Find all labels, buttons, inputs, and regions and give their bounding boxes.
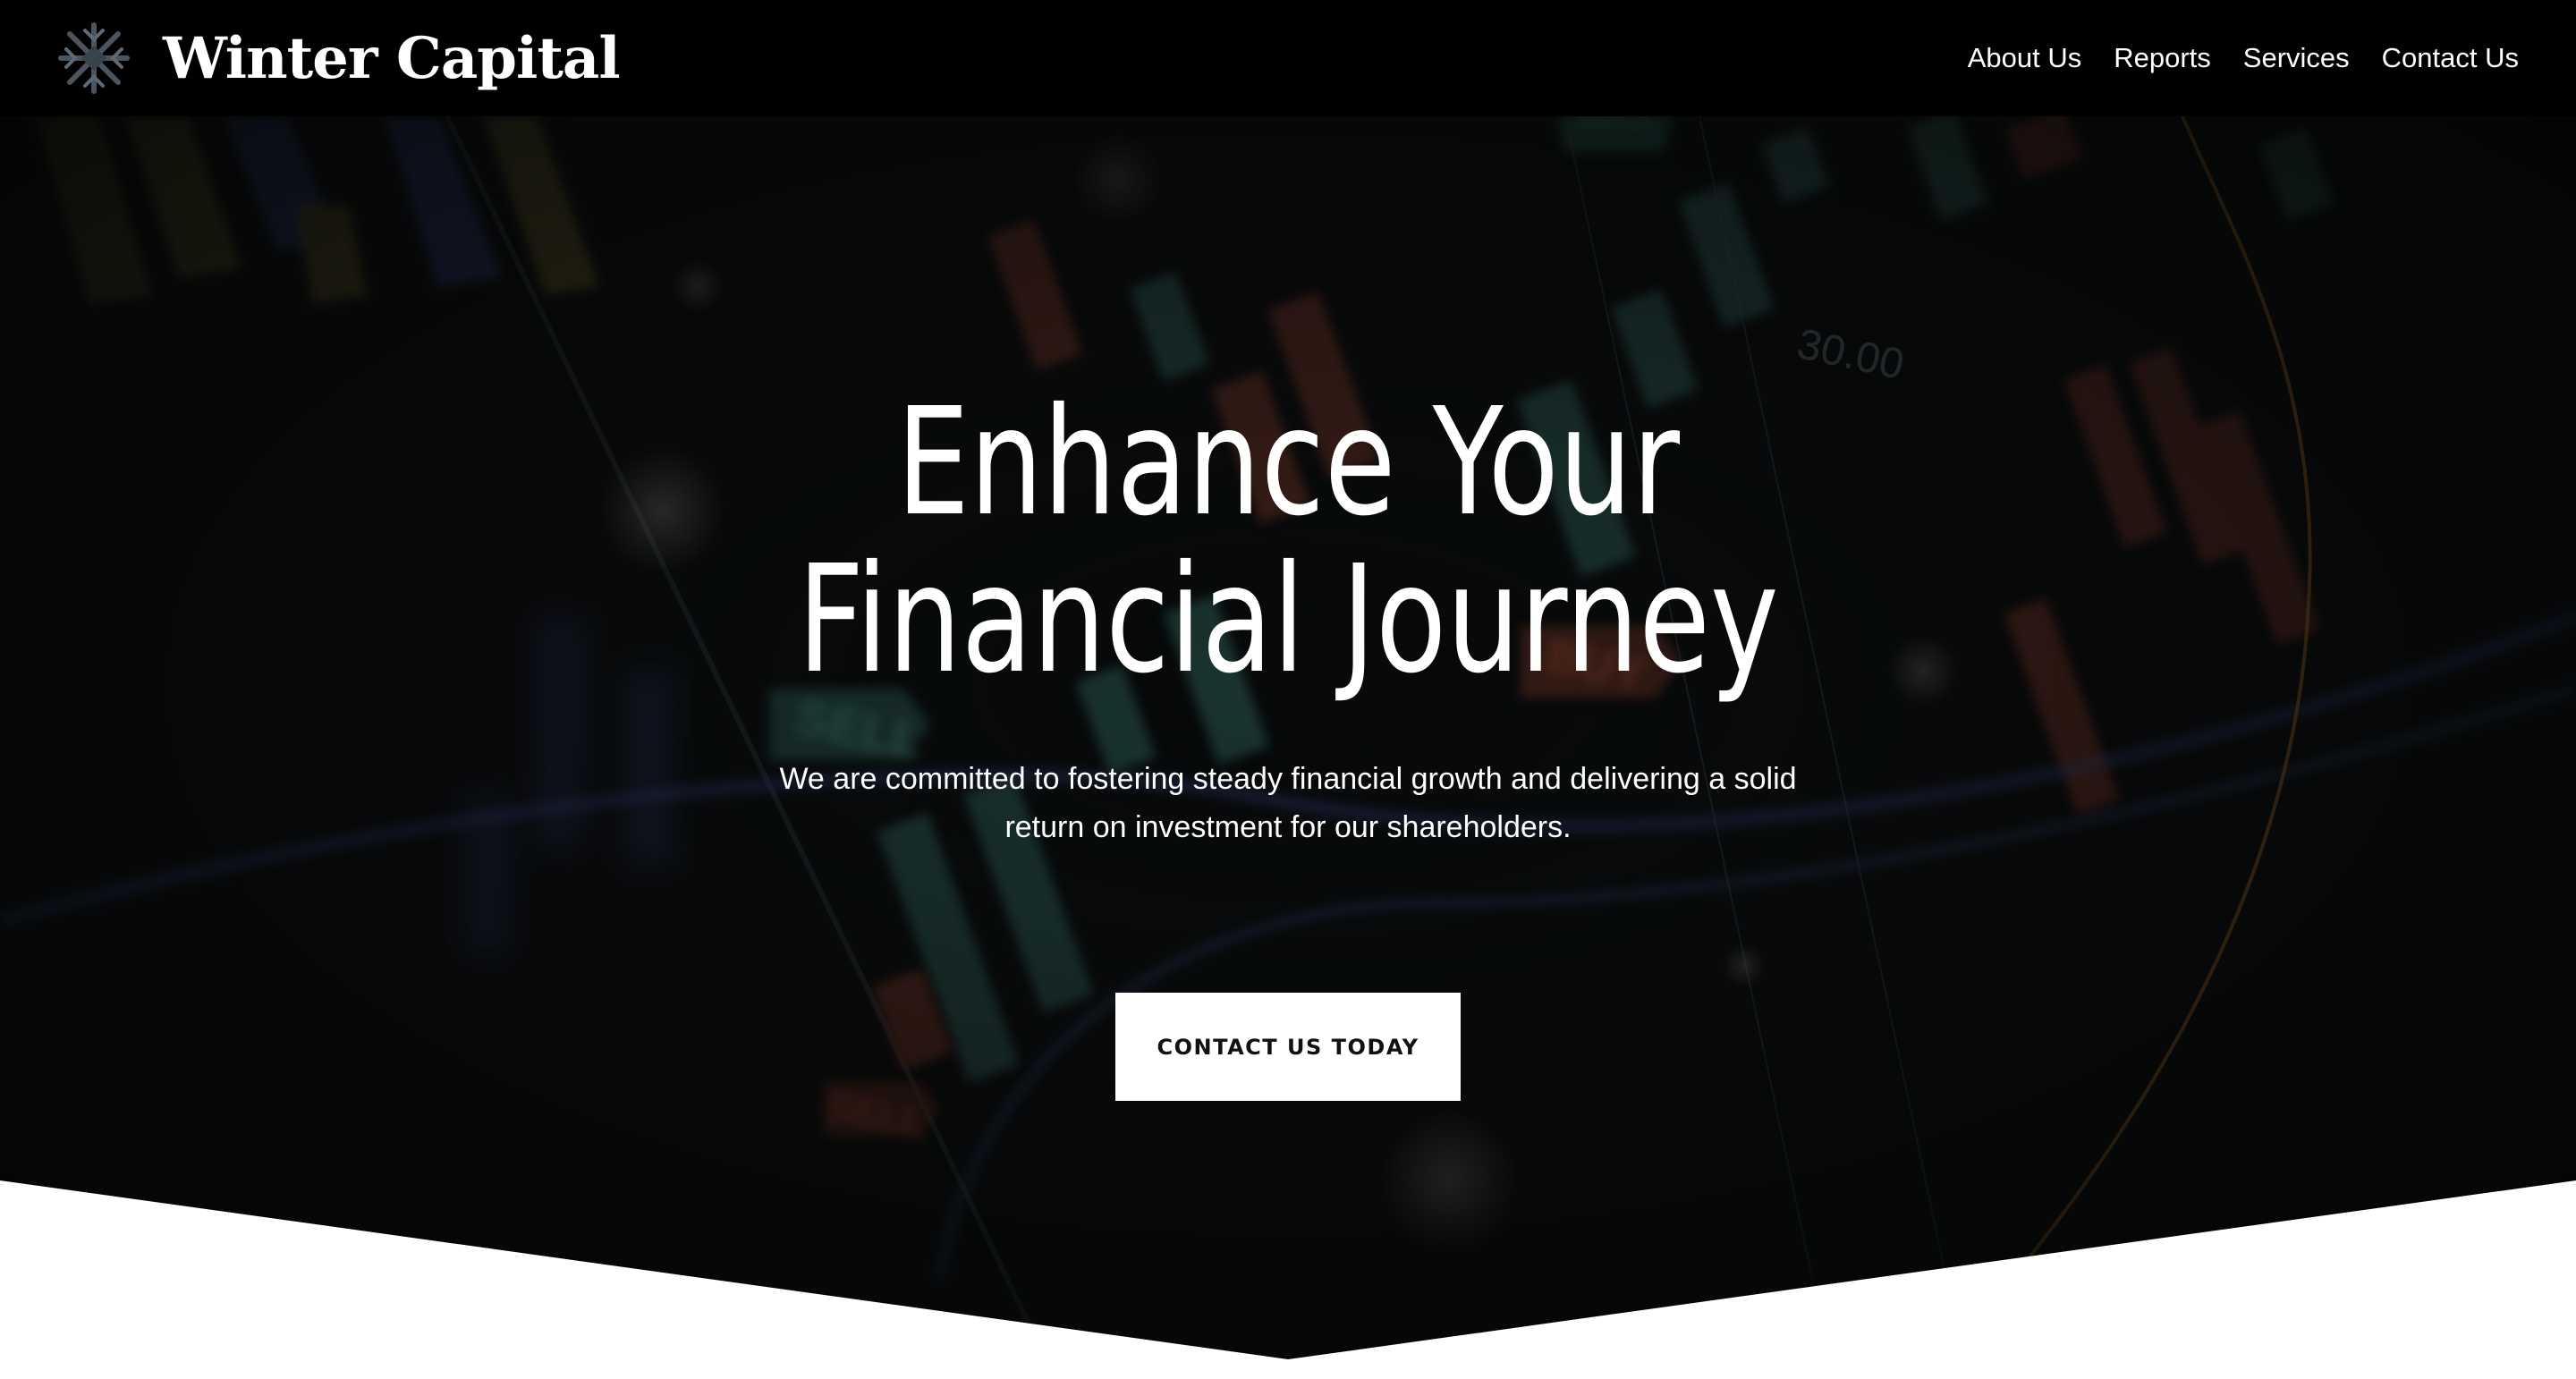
nav-about-us[interactable]: About Us (1968, 42, 2082, 74)
brand-name: Winter Capital (163, 24, 621, 92)
hero-content: Enhance Your Financial Journey We are co… (0, 385, 2576, 1101)
hero-subtitle: We are committed to fostering steady fin… (769, 755, 1807, 851)
contact-us-today-button[interactable]: CONTACT US TODAY (1115, 993, 1461, 1101)
nav-contact-us[interactable]: Contact Us (2382, 42, 2519, 74)
hero-title-line2: Financial Journey (797, 534, 1779, 706)
hero-title: Enhance Your Financial Journey (798, 385, 1779, 699)
nav-services[interactable]: Services (2243, 42, 2350, 74)
main-nav: About Us Reports Services Contact Us (1968, 42, 2519, 74)
nav-reports[interactable]: Reports (2114, 42, 2211, 74)
snowflake-icon (58, 22, 130, 94)
page: Winter Capital About Us Reports Services… (0, 0, 2576, 1379)
brand-link[interactable]: Winter Capital (55, 20, 621, 97)
hero-subtitle-line2: return on investment for our shareholder… (1004, 810, 1572, 844)
section-divider-wedge (0, 1180, 2576, 1379)
site-header: Winter Capital About Us Reports Services… (0, 0, 2576, 116)
hero-subtitle-line1: We are committed to fostering steady fin… (779, 762, 1797, 796)
hero-title-line1: Enhance Your (896, 376, 1680, 549)
